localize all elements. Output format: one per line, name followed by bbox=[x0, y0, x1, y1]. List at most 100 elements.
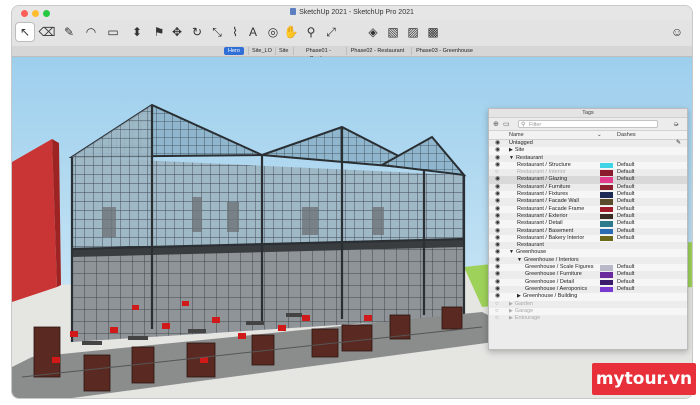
eye-visible-icon[interactable]: ◉ bbox=[495, 198, 500, 205]
tag-row[interactable]: ◉ Restaurant / Bakery Interior Default bbox=[489, 234, 687, 243]
disclosure-closed-icon[interactable]: ▶ bbox=[517, 293, 521, 299]
tag-row[interactable]: ○ Restaurant / Interior Default bbox=[489, 169, 687, 176]
scene-tab[interactable]: Phase02 - Restaurant bbox=[346, 47, 408, 55]
pan-tool-icon[interactable]: ✋ bbox=[282, 23, 300, 41]
eye-visible-icon[interactable]: ◉ bbox=[495, 213, 500, 220]
tag-dash-style[interactable]: Default bbox=[617, 169, 634, 176]
display-section-planes-tool-icon[interactable]: ▧ bbox=[384, 23, 402, 41]
scene-tab[interactable]: Phase03 - Greenhouse bbox=[411, 47, 477, 55]
tape-measure-tool-icon[interactable]: ⌇ bbox=[226, 23, 244, 41]
tag-color-swatch[interactable] bbox=[600, 265, 613, 271]
arc-tool-icon[interactable]: ◠ bbox=[82, 23, 100, 41]
disclosure-closed-icon[interactable]: ▶ bbox=[509, 308, 513, 314]
tag-dash-style[interactable]: Default bbox=[617, 206, 634, 213]
tag-color-swatch[interactable] bbox=[600, 192, 613, 198]
tag-row[interactable]: ◉ Restaurant / Furniture Default bbox=[489, 184, 687, 191]
tag-dash-style[interactable]: Default bbox=[617, 162, 634, 169]
shapes-tool-icon[interactable]: ▭ bbox=[104, 23, 122, 41]
tag-row[interactable]: ◉ Greenhouse / Aeroponics Default bbox=[489, 286, 687, 293]
eraser-tool-icon[interactable]: ⌫ bbox=[38, 23, 56, 41]
disclosure-closed-icon[interactable]: ▶ bbox=[509, 147, 513, 153]
tag-row[interactable]: ◉ Greenhouse / Scale Figures Default bbox=[489, 264, 687, 272]
tag-color-swatch[interactable] bbox=[600, 221, 613, 227]
scene-tab[interactable]: Hero bbox=[224, 47, 244, 55]
disclosure-open-icon[interactable]: ▼ bbox=[509, 155, 514, 161]
tag-row[interactable]: ◉ ▶ Site bbox=[489, 147, 687, 155]
tag-row[interactable]: ◉ Restaurant / Glazing Default bbox=[489, 176, 687, 184]
select-tool-icon[interactable]: ↖ bbox=[16, 23, 34, 41]
add-folder-icon[interactable]: ▭ bbox=[503, 120, 510, 128]
eye-visible-icon[interactable]: ◉ bbox=[495, 271, 500, 278]
tag-color-swatch[interactable] bbox=[600, 184, 613, 191]
tag-dash-style[interactable]: Default bbox=[617, 191, 634, 198]
tag-row[interactable]: ◉ Restaurant / Basement Default bbox=[489, 228, 687, 235]
tag-row[interactable]: ◉ Restaurant / Structure Default bbox=[489, 161, 687, 170]
tag-color-swatch[interactable] bbox=[600, 286, 613, 293]
tag-color-swatch[interactable] bbox=[600, 177, 613, 183]
tag-dash-style[interactable]: Default bbox=[617, 279, 634, 286]
eye-visible-icon[interactable]: ◉ bbox=[495, 293, 500, 300]
tag-dash-style[interactable]: Default bbox=[617, 198, 634, 205]
add-tag-icon[interactable]: ⊕ bbox=[493, 120, 499, 128]
tag-row[interactable]: ◉ ▼ Greenhouse bbox=[489, 249, 687, 257]
disclosure-open-icon[interactable]: ▼ bbox=[509, 249, 514, 255]
tag-color-swatch[interactable] bbox=[600, 170, 613, 176]
tag-dash-style[interactable]: Default bbox=[617, 184, 634, 191]
eye-visible-icon[interactable]: ◉ bbox=[495, 184, 500, 191]
tag-dash-style[interactable]: Default bbox=[617, 228, 634, 235]
eye-hidden-icon[interactable]: ○ bbox=[495, 315, 499, 322]
tag-row[interactable]: ◉ Restaurant / Facade Wall Default bbox=[489, 198, 687, 205]
tag-color-swatch[interactable] bbox=[600, 235, 613, 242]
tag-color-swatch[interactable] bbox=[600, 162, 613, 169]
eye-visible-icon[interactable]: ◉ bbox=[495, 228, 500, 235]
display-section-cuts-tool-icon[interactable]: ▨ bbox=[404, 23, 422, 41]
tag-row[interactable]: ◉ Greenhouse / Detail Default bbox=[489, 278, 687, 286]
eye-visible-icon[interactable]: ◉ bbox=[495, 191, 500, 198]
eye-visible-icon[interactable]: ◉ bbox=[495, 279, 500, 286]
tag-color-swatch[interactable] bbox=[600, 272, 613, 278]
tag-row[interactable]: ○ ▶ Entourage bbox=[489, 315, 687, 322]
tag-color-swatch[interactable] bbox=[600, 228, 613, 235]
scale-tool-icon[interactable]: ⤡ bbox=[208, 23, 226, 41]
push-pull-tool-icon[interactable]: ⬍ bbox=[128, 23, 146, 41]
eye-hidden-icon[interactable]: ○ bbox=[495, 308, 499, 315]
tag-details-icon[interactable]: ➭ bbox=[673, 120, 679, 128]
scene-tab[interactable]: Site bbox=[275, 47, 291, 55]
eye-visible-icon[interactable]: ◉ bbox=[495, 264, 500, 271]
tag-dash-style[interactable]: Default bbox=[617, 235, 634, 242]
tag-color-swatch[interactable] bbox=[600, 199, 613, 205]
account-tool-icon[interactable]: ☺ bbox=[668, 23, 686, 41]
eye-visible-icon[interactable]: ◉ bbox=[495, 155, 500, 162]
eye-visible-icon[interactable]: ◉ bbox=[495, 249, 500, 256]
tag-color-swatch[interactable] bbox=[600, 213, 613, 220]
tag-dash-style[interactable]: Default bbox=[617, 220, 634, 227]
name-column-header[interactable]: Name bbox=[509, 131, 524, 139]
disclosure-closed-icon[interactable]: ▶ bbox=[509, 301, 513, 307]
tag-row[interactable]: ◉ Untagged ✎ bbox=[489, 140, 687, 147]
tag-row[interactable]: ○ ▶ Garage bbox=[489, 307, 687, 316]
display-section-fill-tool-icon[interactable]: ▩ bbox=[424, 23, 442, 41]
eye-visible-icon[interactable]: ◉ bbox=[495, 176, 500, 183]
zoom-extents-tool-icon[interactable]: ⤢ bbox=[322, 23, 340, 41]
tag-row[interactable]: ◉ Restaurant / Facade Frame Default bbox=[489, 205, 687, 213]
move-tool-icon[interactable]: ✥ bbox=[168, 23, 186, 41]
tag-dash-style[interactable]: Default bbox=[617, 264, 634, 271]
tag-row[interactable]: ◉ Restaurant / Detail Default bbox=[489, 220, 687, 228]
zoom-tool-icon[interactable]: ⚲ bbox=[302, 23, 320, 41]
text-tool-icon[interactable]: A bbox=[244, 23, 262, 41]
tag-row[interactable]: ◉ Restaurant / Exterior Default bbox=[489, 213, 687, 220]
eye-visible-icon[interactable]: ◉ bbox=[495, 257, 500, 264]
orbit-tool-icon[interactable]: ◎ bbox=[264, 23, 282, 41]
tag-color-swatch[interactable] bbox=[600, 206, 613, 213]
tag-dash-style[interactable]: Default bbox=[617, 176, 634, 183]
pencil-tool-icon[interactable]: ✎ bbox=[60, 23, 78, 41]
eye-hidden-icon[interactable]: ○ bbox=[495, 169, 499, 176]
tag-row[interactable]: ◉ ▶ Greenhouse / Building bbox=[489, 293, 687, 301]
rotate-tool-icon[interactable]: ↻ bbox=[188, 23, 206, 41]
tag-dash-style[interactable]: Default bbox=[617, 213, 634, 220]
scene-tab[interactable]: Phase01 - Garden bbox=[293, 47, 343, 62]
eye-visible-icon[interactable]: ◉ bbox=[495, 147, 500, 154]
eye-visible-icon[interactable]: ◉ bbox=[495, 242, 500, 249]
tag-row[interactable]: ◉ Restaurant / Fixtures Default bbox=[489, 191, 687, 199]
paint-bucket-tool-icon[interactable]: ⚑ bbox=[150, 23, 168, 41]
